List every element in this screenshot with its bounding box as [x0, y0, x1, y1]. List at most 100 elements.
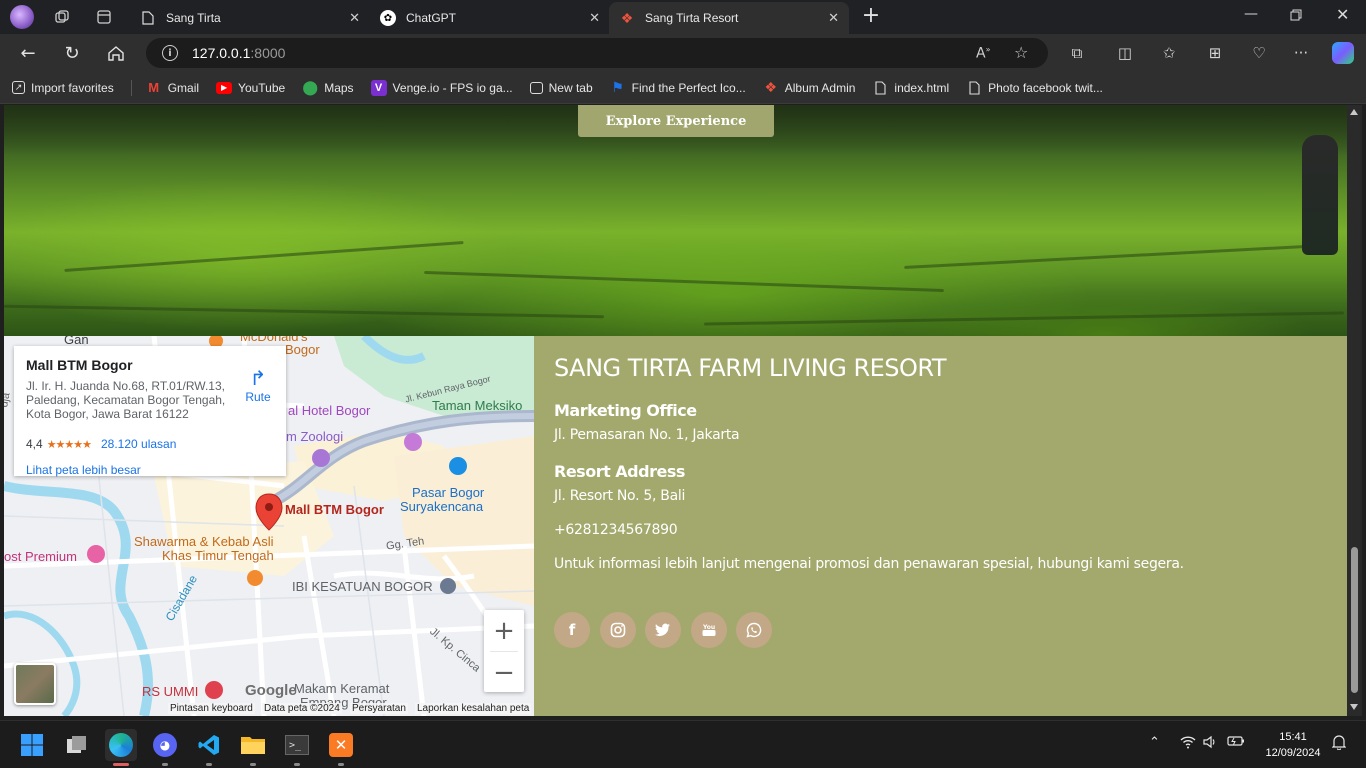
- file-explorer-icon[interactable]: [237, 729, 269, 766]
- map-label-hotel: al Hotel Bogor: [288, 403, 371, 418]
- marketing-office-heading: Marketing Office: [554, 401, 697, 420]
- minimize-icon[interactable]: —: [1244, 6, 1258, 22]
- place-address: Jl. Ir. H. Juanda No.68, RT.01/RW.13, Pa…: [26, 379, 226, 421]
- rating-stars-icon: ★★★★★: [46, 438, 92, 451]
- tab-chatgpt[interactable]: ✿ ChatGPT ✕: [370, 2, 610, 34]
- bookmark-gmail[interactable]: M Gmail: [146, 80, 199, 96]
- performance-icon[interactable]: ♡: [1248, 44, 1270, 62]
- site-info-icon[interactable]: i: [162, 45, 178, 61]
- favorites-icon[interactable]: ✩: [1158, 44, 1180, 62]
- xampp-icon[interactable]: ✕: [325, 729, 357, 766]
- terminal-icon[interactable]: >_: [281, 729, 313, 766]
- youtube-icon[interactable]: You: [691, 612, 727, 648]
- close-icon[interactable]: ✕: [589, 10, 600, 26]
- split-screen-icon[interactable]: ◫: [1114, 44, 1136, 62]
- copilot-icon[interactable]: [1332, 42, 1354, 64]
- facebook-icon[interactable]: f: [554, 612, 590, 648]
- explore-experience-button[interactable]: Explore Experience: [578, 105, 774, 137]
- new-tab-button[interactable]: +: [860, 3, 882, 29]
- resort-title: SANG TIRTA FARM LIVING RESORT: [554, 354, 947, 382]
- bookmark-index-html[interactable]: index.html: [872, 80, 949, 96]
- page-scrollbar[interactable]: [1347, 105, 1362, 716]
- keyboard-shortcuts-link[interactable]: Pintasan keyboard: [168, 703, 255, 714]
- notifications-icon[interactable]: [1331, 734, 1347, 754]
- larger-map-link[interactable]: Lihat peta lebih besar: [26, 463, 141, 477]
- resort-address: Jl. Resort No. 5, Bali: [554, 488, 686, 504]
- tab-sang-tirta-resort[interactable]: ❖ Sang Tirta Resort ✕: [609, 2, 849, 34]
- map-label-bogor: Bogor: [285, 342, 320, 357]
- whatsapp-icon[interactable]: [736, 612, 772, 648]
- reviews-link[interactable]: 28.120 ulasan: [101, 437, 176, 451]
- wifi-icon[interactable]: [1180, 735, 1196, 753]
- chatgpt-icon: ✿: [380, 10, 396, 26]
- discord-icon[interactable]: ◕: [149, 729, 181, 766]
- terms-link[interactable]: Persyaratan: [350, 703, 408, 714]
- tab-label: ChatGPT: [406, 11, 457, 25]
- hiker-figure: [1302, 135, 1338, 255]
- map-label-pasar-bogor-1: Pasar Bogor: [412, 485, 485, 500]
- map-label-taman-meksiko: Taman Meksiko: [432, 398, 523, 413]
- page-viewport: Explore Experience Gan McDonald's Bogor …: [4, 105, 1347, 716]
- bookmark-divider: [130, 79, 132, 96]
- scroll-up-icon[interactable]: [1350, 109, 1358, 115]
- more-menu-icon[interactable]: ···: [1290, 44, 1312, 62]
- edge-browser-icon[interactable]: [105, 729, 137, 766]
- close-window-icon[interactable]: ✕: [1336, 5, 1349, 24]
- bookmark-album-admin[interactable]: ❖ Album Admin: [763, 79, 855, 96]
- clock-date: 12/09/2024: [1265, 747, 1321, 759]
- close-icon[interactable]: ✕: [828, 10, 839, 26]
- flag-icon: ⚑: [611, 79, 624, 95]
- profile-avatar[interactable]: [10, 5, 34, 29]
- bookmark-find-icon[interactable]: ⚑ Find the Perfect Ico...: [610, 79, 745, 96]
- home-icon[interactable]: [104, 42, 128, 64]
- back-icon[interactable]: ←: [16, 42, 40, 64]
- bookmark-new-tab[interactable]: New tab: [529, 81, 593, 95]
- battery-icon[interactable]: [1227, 735, 1245, 751]
- tab-sang-tirta[interactable]: Sang Tirta ✕: [130, 2, 370, 34]
- zoom-out-button[interactable]: −: [484, 652, 524, 693]
- extensions-icon[interactable]: ⧉: [1066, 44, 1088, 62]
- scroll-thumb[interactable]: [1351, 547, 1358, 693]
- vscode-icon[interactable]: [193, 729, 225, 766]
- google-map-embed[interactable]: Gan McDonald's Bogor Jl. Kebun Raya Bogo…: [4, 336, 534, 716]
- restore-icon[interactable]: [1290, 9, 1302, 25]
- rating-value: 4,4: [26, 437, 43, 451]
- place-name: Mall BTM Bogor: [26, 357, 133, 373]
- start-button[interactable]: [16, 729, 48, 761]
- url-input[interactable]: i 127.0.0.1:8000 A» ☆: [146, 38, 1048, 68]
- vertical-tabs-icon[interactable]: [90, 3, 118, 31]
- directions-icon: ↱: [249, 368, 267, 390]
- scroll-down-icon[interactable]: [1350, 704, 1358, 710]
- address-bar: ← ↻ i 127.0.0.1:8000 A» ☆ ⧉ ◫ ✩ ⊞ ♡ ···: [0, 34, 1366, 72]
- refresh-icon[interactable]: ↻: [60, 42, 84, 64]
- instagram-icon[interactable]: [600, 612, 636, 648]
- collections-icon[interactable]: ⊞: [1204, 44, 1226, 62]
- bookmark-import-favorites[interactable]: ↗ Import favorites: [12, 81, 114, 95]
- workspaces-icon[interactable]: [48, 3, 76, 31]
- show-hidden-icons-icon[interactable]: ⌃: [1149, 735, 1160, 750]
- bookmark-photo-facebook[interactable]: Photo facebook twit...: [966, 80, 1103, 96]
- report-error-link[interactable]: Laporkan kesalahan peta: [415, 703, 532, 714]
- close-icon[interactable]: ✕: [349, 10, 360, 26]
- map-label-pasar-bogor-2: Suryakencana: [400, 499, 484, 514]
- task-view-icon[interactable]: [61, 729, 93, 761]
- volume-icon[interactable]: [1203, 735, 1217, 753]
- route-label: Rute: [245, 390, 271, 404]
- map-footer: Pintasan keyboard Data peta ©2024 Persya…: [4, 700, 534, 716]
- tab-label: Sang Tirta Resort: [645, 11, 739, 25]
- twitter-icon[interactable]: [645, 612, 681, 648]
- phone-number: +6281234567890: [554, 522, 678, 538]
- bookmark-maps[interactable]: ⬤ Maps: [302, 79, 353, 96]
- bookmark-venge[interactable]: V Venge.io - FPS io ga...: [370, 79, 513, 96]
- zoom-in-button[interactable]: +: [484, 610, 524, 651]
- read-aloud-icon[interactable]: A»: [976, 45, 990, 62]
- satellite-toggle[interactable]: [14, 663, 56, 705]
- laravel-icon: ❖: [764, 79, 777, 95]
- bookmark-youtube[interactable]: ▶ YouTube: [216, 81, 285, 95]
- place-rating: 4,4 ★★★★★ 28.120 ulasan: [26, 437, 176, 451]
- route-button[interactable]: ↱ Rute: [240, 368, 276, 404]
- laravel-icon: ❖: [620, 9, 634, 26]
- favorite-star-icon[interactable]: ☆: [1014, 43, 1028, 62]
- system-clock[interactable]: 15:41 12/09/2024: [1258, 729, 1328, 761]
- contact-section: SANG TIRTA FARM LIVING RESORT Marketing …: [534, 336, 1347, 716]
